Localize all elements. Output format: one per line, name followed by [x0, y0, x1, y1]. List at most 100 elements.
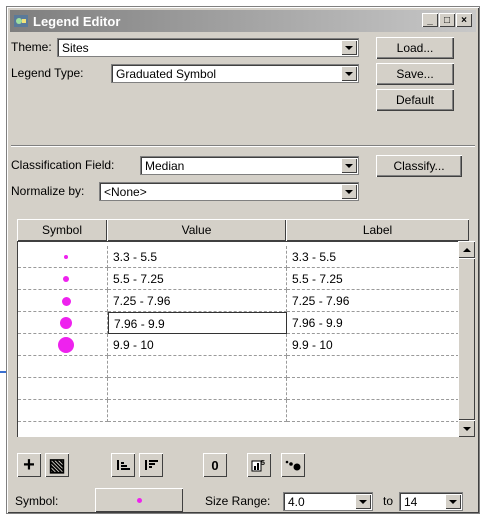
maximize-button[interactable]: □	[439, 13, 455, 27]
label-cell[interactable]: 9.9 - 10	[287, 334, 459, 356]
value-cell[interactable]: 7.25 - 7.96	[108, 290, 287, 312]
classify-button[interactable]: Classify...	[376, 155, 462, 177]
classification-field-label: Classification Field:	[11, 158, 115, 172]
legend-type-label: Legend Type:	[11, 66, 84, 80]
value-cell[interactable]: 9.9 - 10	[108, 334, 287, 356]
symbol-cell[interactable]	[18, 356, 108, 378]
size-min-value: 4.0	[288, 495, 305, 509]
value-cell[interactable]	[108, 356, 287, 378]
graduated-symbol-dot	[61, 296, 71, 306]
close-button[interactable]: ×	[456, 13, 472, 27]
vertical-scrollbar[interactable]	[458, 241, 475, 437]
value-cell[interactable]: 3.3 - 5.5	[108, 246, 287, 268]
value-cell[interactable]	[108, 400, 287, 422]
default-button-label: Default	[395, 93, 435, 107]
chevron-down-icon[interactable]	[355, 494, 371, 509]
sort-ascending-button[interactable]	[111, 453, 135, 477]
graduated-symbol-dot	[58, 337, 74, 353]
scroll-down-button[interactable]	[458, 420, 475, 437]
label-header-text: Label	[362, 223, 393, 237]
value-cell[interactable]: 5.5 - 7.25	[108, 268, 287, 290]
chevron-down-icon[interactable]	[341, 158, 357, 173]
table-row[interactable]: 3.3 - 5.5 3.3 - 5.5	[18, 246, 459, 268]
table-row[interactable]	[18, 378, 459, 400]
label-cell[interactable]: 7.25 - 7.96	[287, 290, 459, 312]
graduated-symbol-dot	[64, 255, 68, 259]
value-text: 7.96 - 9.9	[114, 317, 165, 331]
arrow-down-icon	[462, 426, 471, 431]
value-text: 9.9 - 10	[113, 338, 154, 352]
table-row[interactable]: 9.9 - 10 9.9 - 10	[18, 334, 459, 356]
symbol-column-header[interactable]: Symbol	[17, 219, 107, 241]
classification-field-value: Median	[145, 159, 185, 173]
table-row[interactable]	[18, 400, 459, 422]
value-cell[interactable]	[108, 378, 287, 400]
label-text: 7.25 - 7.96	[292, 294, 350, 308]
label-cell[interactable]	[287, 378, 459, 400]
table-row[interactable]: 7.25 - 7.96 7.25 - 7.96	[18, 290, 459, 312]
chevron-down-icon[interactable]	[341, 66, 357, 81]
label-cell[interactable]	[287, 356, 459, 378]
symbol-cell[interactable]	[18, 268, 108, 290]
value-text: 3.3 - 5.5	[113, 250, 158, 264]
symbol-cell[interactable]	[18, 312, 108, 334]
graduated-symbols-button[interactable]	[281, 453, 305, 477]
sort-descending-button[interactable]	[139, 453, 163, 477]
chevron-down-icon[interactable]	[445, 494, 461, 509]
size-max-select[interactable]: 14	[399, 492, 463, 511]
table-row[interactable]	[18, 356, 459, 378]
legend-grid: 3.3 - 5.5 3.3 - 5.5 5.5 - 7.25 5.5 - 7.25 7.…	[17, 241, 459, 437]
size-min-select[interactable]: 4.0	[283, 492, 373, 511]
table-row[interactable]: 7.96 - 9.9 7.96 - 9.9	[18, 312, 459, 334]
symbol-cell[interactable]	[18, 378, 108, 400]
theme-select[interactable]: Sites	[57, 38, 359, 57]
default-button[interactable]: Default	[376, 89, 454, 111]
label-text: 9.9 - 10	[292, 338, 333, 352]
chevron-down-icon[interactable]	[341, 40, 357, 55]
theme-value: Sites	[62, 41, 89, 55]
graduated-symbol-dot	[60, 317, 72, 329]
statistics-button[interactable]: 5	[247, 453, 271, 477]
symbol-preview-button[interactable]	[95, 488, 183, 512]
value-text: 7.25 - 7.96	[113, 294, 171, 308]
normalize-by-label: Normalize by:	[11, 184, 85, 198]
to-label: to	[383, 494, 394, 508]
minimize-button[interactable]: _	[422, 13, 438, 27]
symbol-cell[interactable]	[18, 334, 108, 356]
label-cell[interactable]: 7.96 - 9.9	[287, 312, 459, 334]
statistics-icon: 5	[251, 460, 265, 472]
table-row[interactable]: 5.5 - 7.25 5.5 - 7.25	[18, 268, 459, 290]
label-cell[interactable]: 3.3 - 5.5	[287, 246, 459, 268]
label-cell[interactable]	[287, 400, 459, 422]
legend-type-select[interactable]: Graduated Symbol	[111, 64, 359, 83]
save-button[interactable]: Save...	[376, 63, 454, 85]
symbol-cell[interactable]	[18, 400, 108, 422]
label-cell[interactable]: 5.5 - 7.25	[287, 268, 459, 290]
value-cell[interactable]: 7.96 - 9.9	[108, 312, 287, 334]
load-button[interactable]: Load...	[376, 37, 454, 59]
scroll-thumb[interactable]	[458, 258, 475, 420]
app-icon	[14, 15, 28, 27]
title-bar[interactable]: Legend Editor _ □ ×	[10, 10, 476, 32]
label-column-header[interactable]: Label	[286, 219, 469, 241]
normalize-by-select[interactable]: <None>	[99, 182, 359, 201]
chevron-down-icon[interactable]	[341, 184, 357, 199]
minimize-icon: _	[427, 14, 433, 26]
add-class-button[interactable]: +	[17, 453, 41, 477]
label-text: 3.3 - 5.5	[292, 250, 337, 264]
classification-field-select[interactable]: Median	[140, 156, 359, 175]
scroll-up-button[interactable]	[458, 241, 475, 258]
plus-icon: +	[23, 453, 35, 476]
connector-line	[0, 371, 6, 373]
symbol-cell[interactable]	[18, 246, 108, 268]
window-title: Legend Editor	[33, 13, 121, 29]
symbol-header-text: Symbol	[41, 223, 82, 237]
value-column-header[interactable]: Value	[107, 219, 286, 241]
sort-ascending-icon	[117, 460, 130, 470]
zero-button[interactable]: 0	[203, 453, 227, 477]
delete-class-button[interactable]: ▧	[45, 453, 69, 477]
maximize-icon: □	[443, 14, 451, 26]
normalize-by-value: <None>	[104, 185, 147, 199]
svg-text:5: 5	[261, 460, 265, 467]
symbol-cell[interactable]	[18, 290, 108, 312]
